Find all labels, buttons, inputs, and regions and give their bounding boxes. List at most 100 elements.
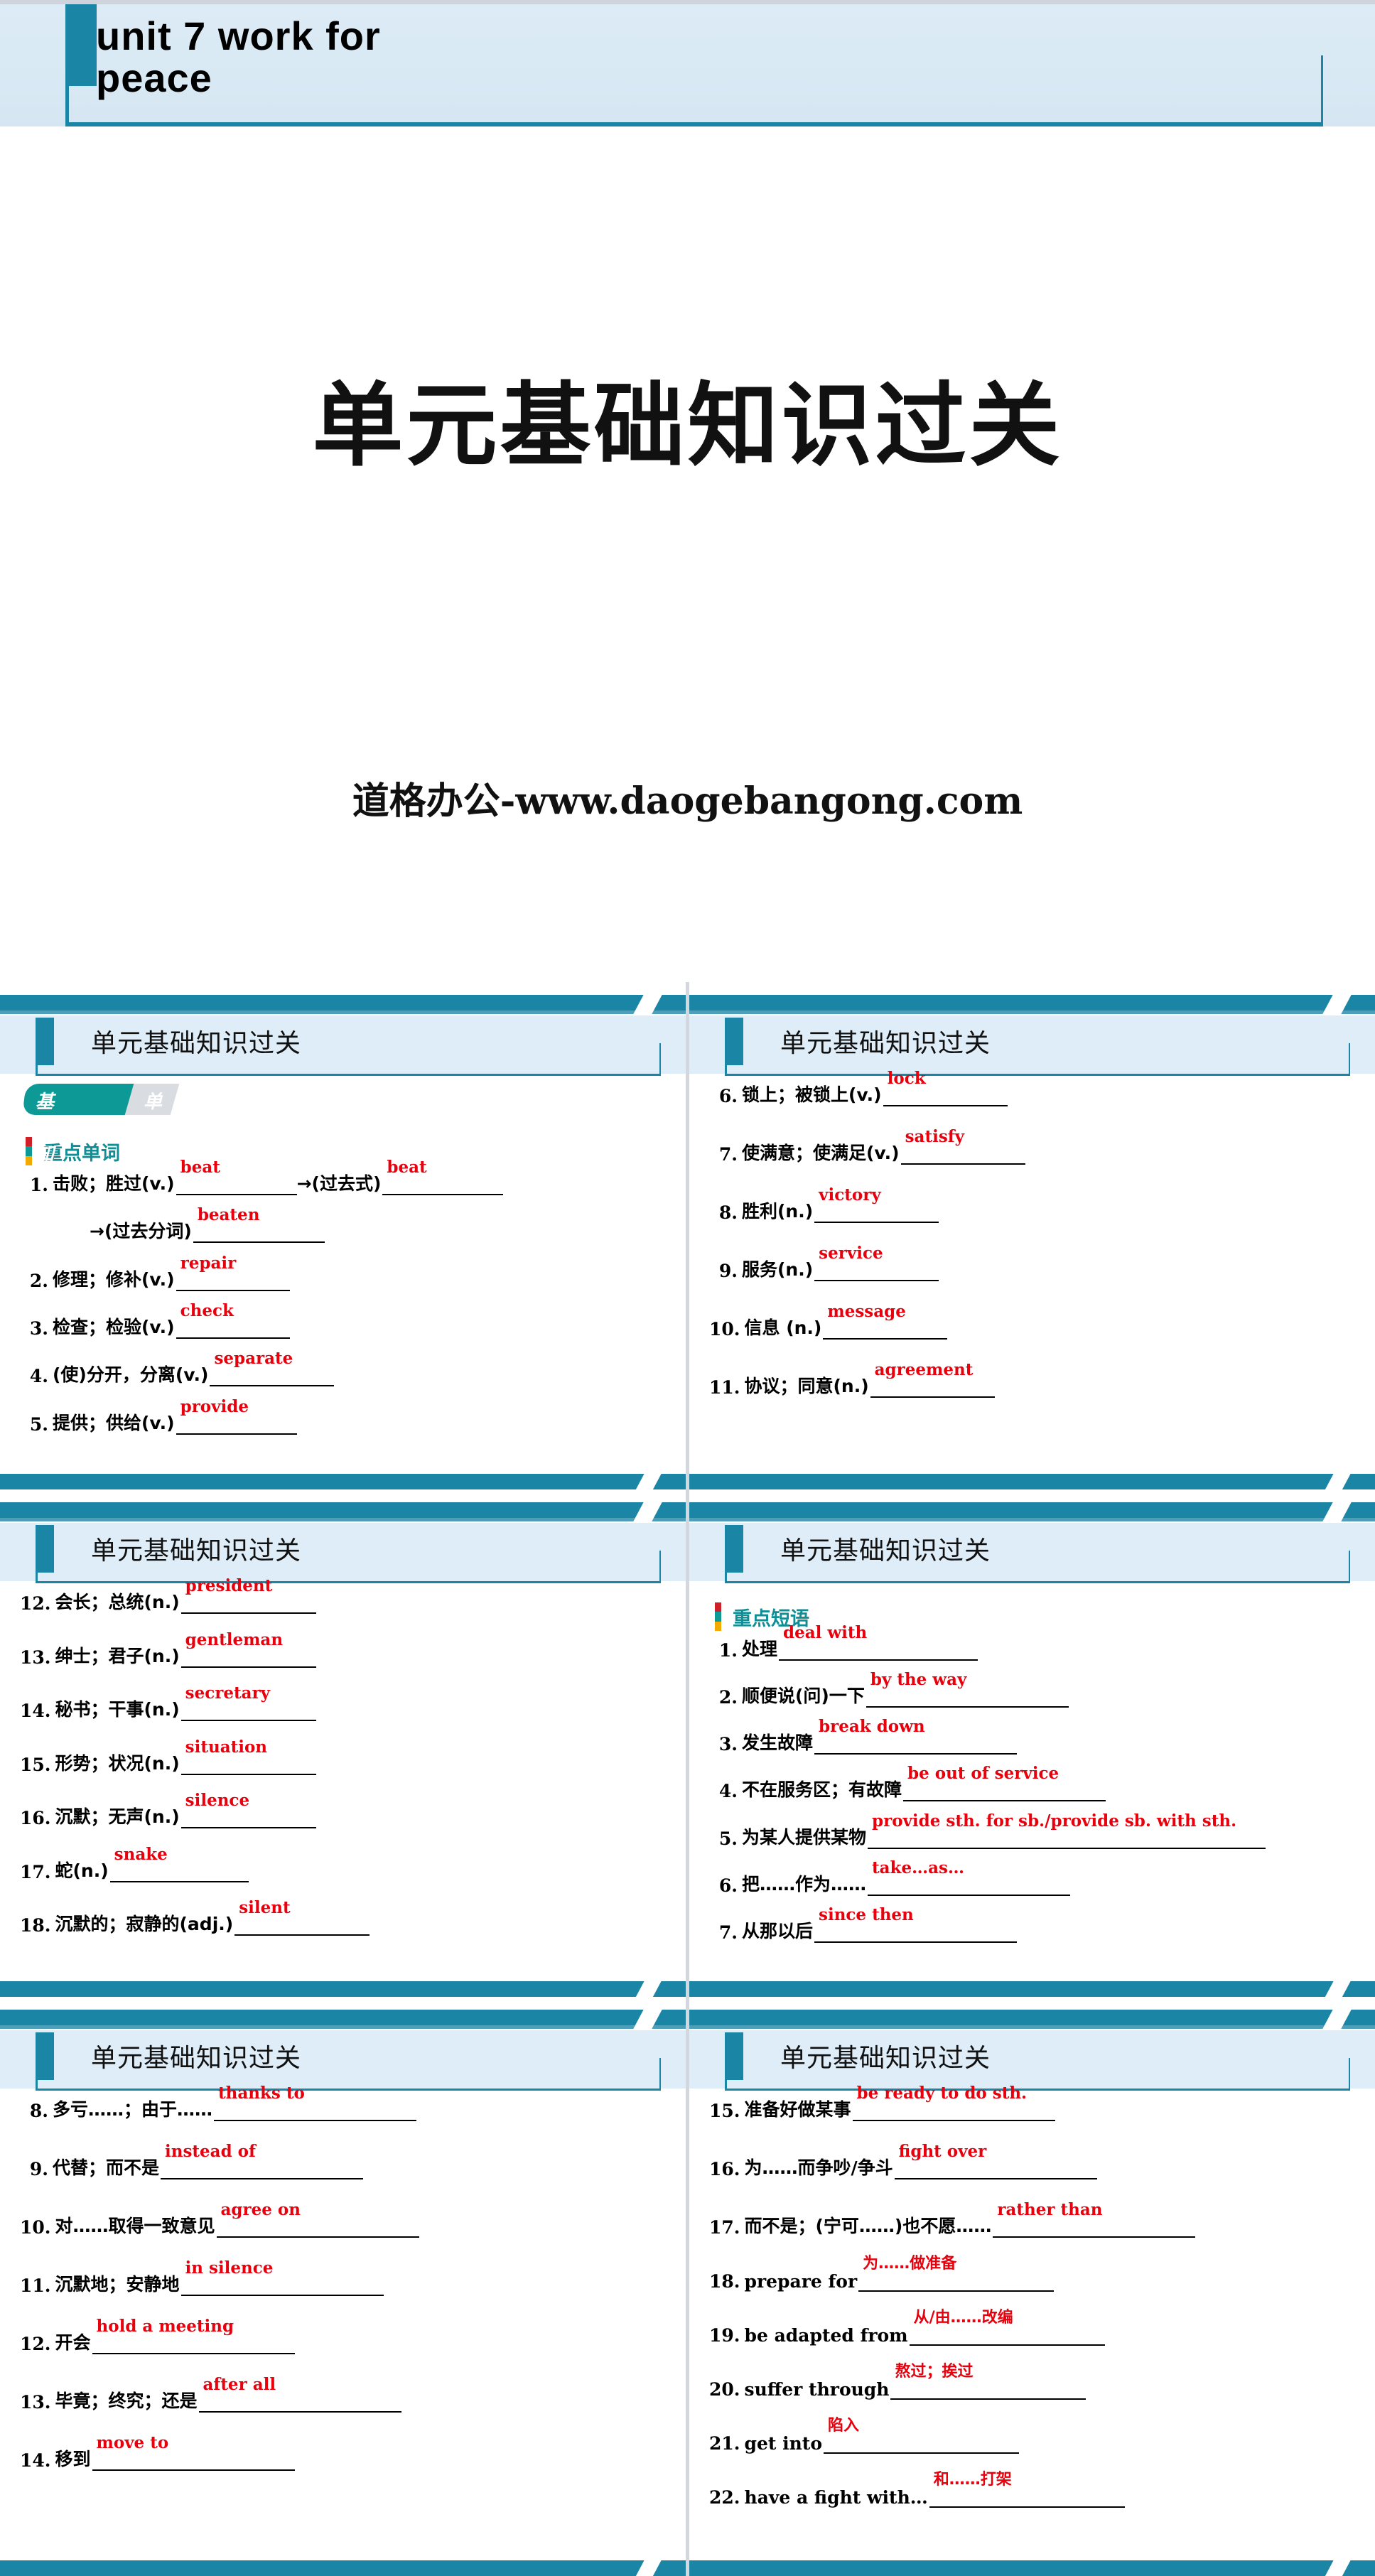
item-prompt-zh: 形势；状况(n.)	[55, 1752, 180, 1774]
list-item: 8. 多亏……；由于…… thanks to	[20, 2084, 666, 2121]
answer-blank[interactable]: president	[180, 1576, 316, 1614]
answer-text: move to	[96, 2433, 169, 2452]
answer-text: in silence	[185, 2258, 274, 2278]
answer-blank[interactable]: silent	[234, 1898, 370, 1936]
answer-blank[interactable]: satisfy	[900, 1127, 1025, 1165]
answer-text: take…as…	[872, 1858, 964, 1877]
answer-blank[interactable]: lock	[883, 1069, 1008, 1106]
answer-blank[interactable]: in silence	[180, 2258, 384, 2296]
answer-blank[interactable]: rather than	[993, 2200, 1196, 2238]
answer-blank[interactable]: break down	[814, 1717, 1018, 1755]
list-item: 1. 处理 deal with	[709, 1623, 1355, 1661]
answer-blank[interactable]: thanks to	[214, 2084, 417, 2121]
answer-blank[interactable]: silence	[180, 1791, 316, 1829]
answer-blank[interactable]: move to	[92, 2433, 295, 2471]
item-prompt-zh: 毕竟；终究；还是	[55, 2391, 198, 2411]
answer-blank[interactable]: 和……打架	[929, 2471, 1125, 2508]
list-item: 17. 而不是；(宁可……)也不愿…… rather than	[709, 2200, 1355, 2238]
answer-blank[interactable]: separate	[210, 1349, 335, 1387]
answer-text: be ready to do sth.	[856, 2084, 1028, 2103]
answer-blank[interactable]: agree on	[216, 2200, 419, 2238]
item-number: 13.	[20, 2392, 51, 2413]
item-number: 1.	[718, 1640, 738, 1661]
list-item: 1. 击败；胜过(v.) beat →(过去式) beat	[20, 1158, 666, 1195]
list-item: 11. 协议；同意(n.) agreement	[709, 1360, 1355, 1398]
answer-blank[interactable]: instead of	[161, 2142, 364, 2179]
list-item: 20. suffer through 熬过；挨过	[709, 2363, 1355, 2400]
answer-blank[interactable]: service	[814, 1244, 939, 1281]
answer-blank[interactable]: be ready to do sth.	[852, 2084, 1055, 2121]
answer-blank[interactable]: by the way	[866, 1670, 1069, 1708]
answer-blank[interactable]: since then	[814, 1905, 1018, 1943]
answer-blank[interactable]: agreement	[870, 1360, 995, 1398]
unit-heading: unit 7 work for peace	[96, 15, 1304, 99]
item-number: 5.	[718, 1828, 738, 1849]
list-item: 4. (使)分开，分离(v.) separate	[20, 1349, 666, 1387]
item-number: 20.	[709, 2379, 740, 2400]
slide-header-title: 单元基础知识过关	[91, 2044, 302, 2073]
item-list: 1. 击败；胜过(v.) beat →(过去式) beat →(过去分词) beaten 2.…	[20, 1158, 666, 1435]
answer-text: beaten	[197, 1205, 260, 1225]
answer-blank[interactable]: check	[176, 1301, 290, 1339]
item-prompt-zh: 处理	[742, 1639, 778, 1659]
answer-blank[interactable]: deal with	[779, 1623, 978, 1661]
item-list: 15. 准备好做某事 be ready to do sth. 16. 为……而争吵/争斗…	[709, 2084, 1355, 2508]
answer-text: 为……做准备	[863, 2255, 957, 2273]
slide-header-title: 单元基础知识过关	[780, 1536, 991, 1565]
item-number: 15.	[20, 1754, 51, 1775]
answer-blank[interactable]: provide	[176, 1397, 297, 1435]
answer-blank[interactable]: beat	[382, 1158, 504, 1195]
answer-blank[interactable]: provide sth. for sb./provide sb. with st…	[868, 1811, 1266, 1849]
item-prompt-zh: 为某人提供某物	[742, 1826, 867, 1848]
answer-blank[interactable]: 为……做准备	[858, 2255, 1055, 2292]
answer-blank[interactable]: beat	[176, 1158, 297, 1195]
answer-blank[interactable]: victory	[814, 1185, 939, 1223]
list-item: 3. 发生故障 break down	[709, 1717, 1355, 1755]
answer-text: service	[819, 1244, 883, 1263]
answer-blank[interactable]: 从/由……改编	[909, 2309, 1105, 2346]
answer-blank[interactable]: hold a meeting	[92, 2317, 295, 2354]
list-item: 22. have a fight with… 和……打架	[709, 2471, 1355, 2508]
answer-blank[interactable]: secretary	[180, 1683, 316, 1722]
slide-header-title: 单元基础知识过关	[91, 1029, 302, 1058]
answer-blank[interactable]: 陷入	[824, 2417, 1020, 2454]
item-number: 2.	[718, 1687, 738, 1708]
item-number: 21.	[709, 2433, 740, 2454]
answer-blank[interactable]: message	[823, 1302, 948, 1340]
answer-text: repair	[180, 1253, 237, 1273]
item-number: 3.	[718, 1734, 738, 1755]
answer-blank[interactable]: repair	[176, 1254, 290, 1291]
answer-blank[interactable]: snake	[109, 1845, 249, 1882]
answer-blank[interactable]: after all	[198, 2375, 401, 2413]
slide-header-title: 单元基础知识过关	[780, 1029, 991, 1058]
slide-4: 单元基础知识过关 重点短语 1. 处理 deal with 2. 顺便说(问)一下 by th…	[689, 1489, 1375, 1997]
section-color-bars	[26, 1137, 32, 1165]
item-prompt-zh: 沉默；无声(n.)	[55, 1806, 180, 1828]
slide-bottom-accent-bar	[0, 2560, 686, 2576]
answer-blank[interactable]: beaten	[193, 1205, 325, 1244]
list-item: 13. 绅士；君子(n.) gentleman	[20, 1630, 666, 1668]
answer-blank[interactable]: situation	[180, 1737, 316, 1775]
slide-bottom-accent-bar	[0, 1981, 686, 1997]
answer-text: deal with	[783, 1623, 868, 1642]
slide-1: 单元基础知识过关 基础知识清 单重点单词 1. 击败；胜过(v.) beat →(过去式) b…	[0, 982, 686, 1489]
item-number: 6.	[718, 1086, 738, 1106]
list-item: 6. 锁上；被锁上(v.) lock	[709, 1069, 1355, 1106]
list-item: 5. 为某人提供某物 provide sth. for sb./provide sb…	[709, 1811, 1355, 1849]
list-item: 13. 毕竟；终究；还是 after all	[20, 2375, 666, 2413]
item-prompt-en: get into	[744, 2433, 823, 2454]
item-prompt-en: have a fight with…	[744, 2487, 928, 2508]
answer-blank[interactable]: be out of service	[903, 1764, 1106, 1802]
list-item: 17. 蛇(n.) snake	[20, 1845, 666, 1882]
item-number: 9.	[718, 1261, 738, 1281]
item-prompt-zh: 绅士；君子(n.)	[55, 1645, 180, 1666]
answer-text: beat	[387, 1158, 427, 1177]
list-item: 6. 把……作为…… take…as…	[709, 1858, 1355, 1896]
answer-blank[interactable]: 熬过；挨过	[890, 2363, 1086, 2400]
list-item: 3. 检查；检验(v.) check	[20, 1301, 666, 1339]
answer-blank[interactable]: fight over	[894, 2142, 1097, 2179]
item-number: 10.	[709, 1319, 740, 1340]
item-number: 9.	[29, 2159, 48, 2179]
answer-blank[interactable]: take…as…	[868, 1858, 1071, 1896]
answer-blank[interactable]: gentleman	[180, 1630, 316, 1668]
